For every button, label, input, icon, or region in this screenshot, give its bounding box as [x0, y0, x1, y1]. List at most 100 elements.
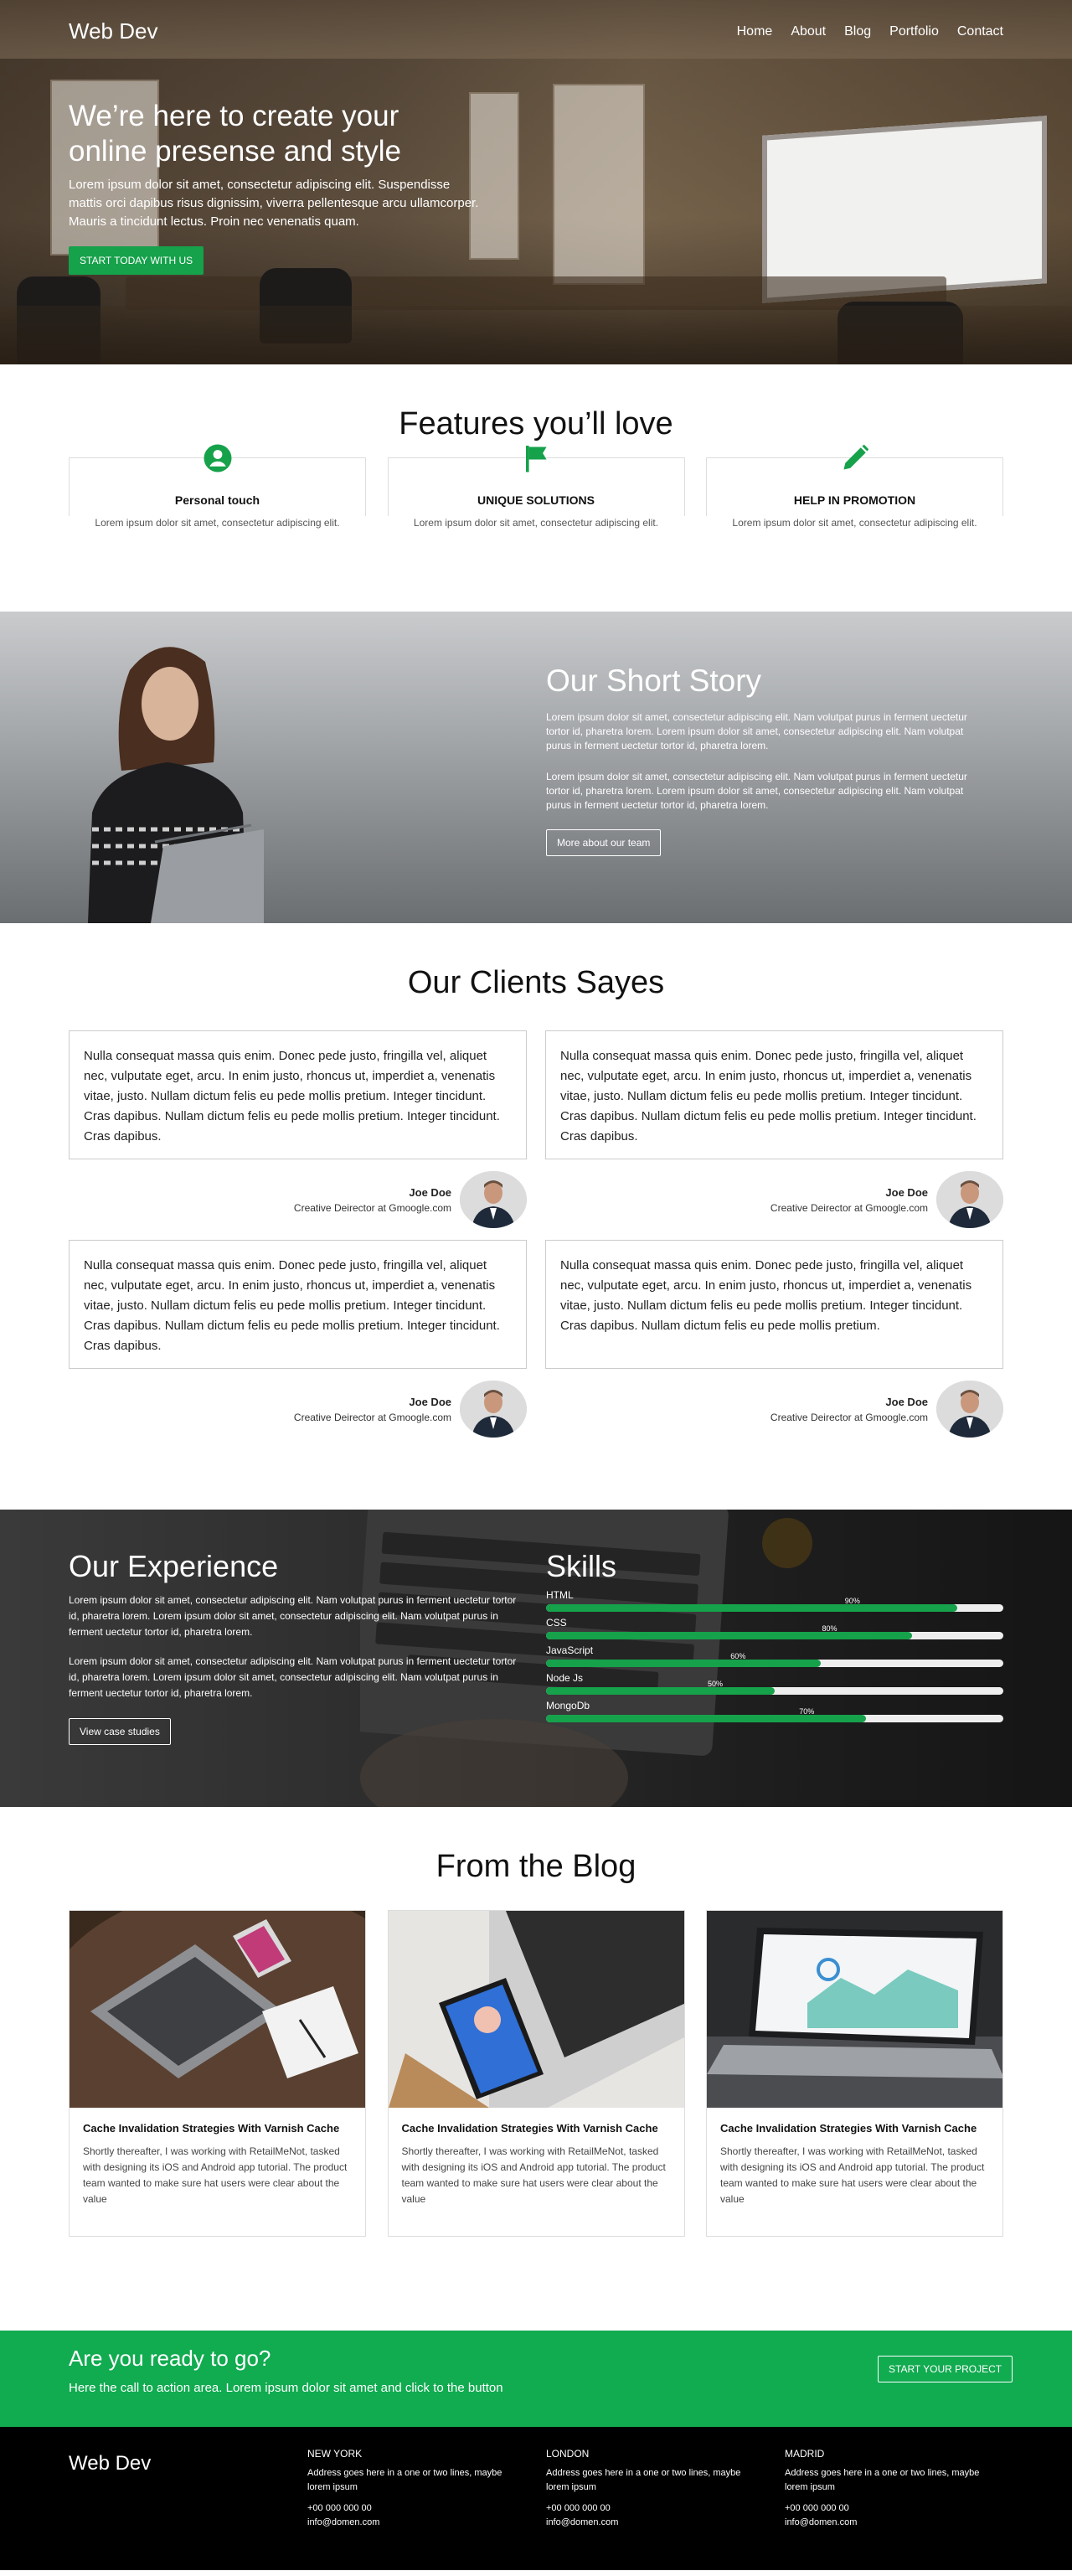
testimonial-meta: Joe Doe Creative Deirector at Gmoogle.co… [770, 1186, 928, 1214]
clients-title: Our Clients Sayes [407, 965, 665, 1000]
testimonial-meta: Joe Doe Creative Deirector at Gmoogle.co… [294, 1186, 451, 1214]
skill-row: MongoDb 70% [546, 1700, 1003, 1722]
skill-percent: 50% [708, 1680, 724, 1688]
testimonial-quote: Nulla consequat massa quis enim. Donec p… [69, 1240, 527, 1369]
story-title: Our Short Story [546, 663, 762, 698]
author-role: Creative Deirector at Gmoogle.com [770, 1201, 928, 1214]
post-body: Cache Invalidation Strategies With Varni… [389, 2108, 684, 2221]
hero-window [553, 84, 645, 285]
office-phone[interactable]: +00 000 000 00 [546, 2501, 764, 2516]
office-city: NEW YORK [307, 2448, 363, 2460]
hero-section: Web Dev Home About Blog Portfolio Contac… [0, 0, 1072, 364]
skill-name: CSS [546, 1617, 567, 1629]
view-case-studies-button[interactable]: View case studies [69, 1718, 171, 1745]
hero-floor [0, 306, 1072, 364]
office-address: Address goes here in a one or two lines,… [785, 2468, 980, 2492]
post-excerpt: Shortly thereafter, I was working with R… [720, 2145, 985, 2205]
post-body: Cache Invalidation Strategies With Varni… [707, 2108, 1002, 2221]
skill-percent: 80% [822, 1624, 838, 1633]
testimonial-card: Nulla consequat massa quis enim. Donec p… [69, 1240, 527, 1438]
post-excerpt: Shortly thereafter, I was working with R… [83, 2145, 348, 2205]
testimonial-meta: Joe Doe Creative Deirector at Gmoogle.co… [294, 1396, 451, 1423]
skill-bar: 90% [546, 1597, 1003, 1612]
brand-logo[interactable]: Web Dev [69, 18, 157, 44]
skill-bar-fill [546, 1632, 912, 1639]
blog-post-list: Cache Invalidation Strategies With Varni… [69, 1910, 1003, 2237]
hero-text: Lorem ipsum dolor sit amet, consectetur … [69, 178, 479, 229]
skill-bar-fill [546, 1715, 867, 1722]
experience-content: Our Experience Lorem ipsum dolor sit ame… [69, 1549, 525, 1745]
skill-name: MongoDb [546, 1700, 590, 1711]
flag-icon [526, 446, 547, 472]
features-title: Features you’ll love [399, 406, 673, 441]
post-body: Cache Invalidation Strategies With Varni… [70, 2108, 365, 2221]
testimonial-quote: Nulla consequat massa quis enim. Donec p… [69, 1030, 527, 1159]
post-excerpt: Shortly thereafter, I was working with R… [401, 2145, 666, 2205]
post-title[interactable]: Cache Invalidation Strategies With Varni… [83, 2121, 352, 2135]
feature-text: Lorem ipsum dolor sit amet, consectetur … [732, 517, 977, 529]
skill-name: HTML [546, 1589, 574, 1601]
nav-link-portfolio[interactable]: Portfolio [889, 24, 939, 39]
nav-link-home[interactable]: Home [737, 24, 773, 39]
office-email[interactable]: info@domen.com [785, 2516, 1002, 2530]
person-photo-icon [936, 1171, 1003, 1228]
office-email[interactable]: info@domen.com [546, 2516, 764, 2530]
office-london: LONDON Address goes here in a one or two… [546, 2447, 764, 2530]
story-paragraph: Lorem ipsum dolor sit amet, consectetur … [546, 711, 967, 751]
testimonial-quote: Nulla consequat massa quis enim. Donec p… [545, 1240, 1003, 1369]
hero-whiteboard [762, 116, 1047, 303]
skill-percent: 90% [844, 1597, 860, 1605]
start-your-project-button[interactable]: START YOUR PROJECT [878, 2356, 1013, 2382]
office-city: LONDON [546, 2448, 590, 2460]
nav-link-blog[interactable]: Blog [844, 24, 871, 39]
office-address: Address goes here in a one or two lines,… [307, 2468, 502, 2492]
hero-title: We’re here to create your online presens… [69, 100, 401, 168]
author-role: Creative Deirector at Gmoogle.com [770, 1411, 928, 1423]
blog-post-card[interactable]: Cache Invalidation Strategies With Varni… [706, 1910, 1003, 2237]
experience-title: Our Experience [69, 1549, 279, 1583]
author-name: Joe Doe [409, 1185, 451, 1199]
office-address: Address goes here in a one or two lines,… [546, 2468, 741, 2492]
feature-card: HELP IN PROMOTION Lorem ipsum dolor sit … [706, 444, 1003, 529]
phone-laptop-photo-icon [388, 1911, 684, 2108]
feature-title: UNIQUE SOLUTIONS [477, 493, 595, 507]
office-new-york: NEW YORK Address goes here in a one or t… [307, 2447, 525, 2530]
person-photo-icon [936, 1381, 1003, 1438]
more-about-team-button[interactable]: More about our team [546, 829, 662, 856]
blog-section: From the Blog Cache Invalidation Strateg… [0, 1807, 1072, 2331]
call-to-action-section: Are you ready to go? Here the call to ac… [0, 2331, 1072, 2427]
office-phone[interactable]: +00 000 000 00 [307, 2501, 525, 2516]
story-section: Our Short Story Lorem ipsum dolor sit am… [0, 612, 1072, 923]
feature-text: Lorem ipsum dolor sit amet, consectetur … [95, 517, 340, 529]
office-phone[interactable]: +00 000 000 00 [785, 2501, 1002, 2516]
feature-text: Lorem ipsum dolor sit amet, consectetur … [413, 517, 659, 529]
skill-bar-fill [546, 1660, 821, 1667]
skills-list: HTML 90% CSS 80% JavaScript 60% Node Js 50% Mong… [546, 1589, 1003, 1722]
testimonial-meta: Joe Doe Creative Deirector at Gmoogle.co… [770, 1396, 928, 1423]
woman-with-laptop-image [88, 647, 264, 923]
blog-post-card[interactable]: Cache Invalidation Strategies With Varni… [69, 1910, 366, 2237]
post-title[interactable]: Cache Invalidation Strategies With Varni… [402, 2121, 671, 2135]
skill-bar: 50% [546, 1680, 1003, 1695]
post-thumbnail [388, 1911, 684, 2108]
hero-table [126, 276, 946, 310]
skill-row: CSS 80% [546, 1617, 1003, 1639]
nav-link-about[interactable]: About [791, 24, 826, 39]
skill-bar-fill [546, 1604, 958, 1612]
skill-bar: 80% [546, 1624, 1003, 1639]
feature-card: Personal touch Lorem ipsum dolor sit ame… [69, 444, 366, 529]
skill-bar: 70% [546, 1707, 1003, 1722]
post-title[interactable]: Cache Invalidation Strategies With Varni… [720, 2121, 989, 2135]
office-email[interactable]: info@domen.com [307, 2516, 525, 2530]
avatar [936, 1381, 1003, 1438]
start-today-button[interactable]: START TODAY WITH US [69, 246, 204, 275]
skill-row: JavaScript 60% [546, 1644, 1003, 1667]
skill-row: Node Js 50% [546, 1672, 1003, 1695]
laptop-dashboard-photo-icon [707, 1911, 1002, 2108]
clients-section: Our Clients Sayes Nulla consequat massa … [0, 923, 1072, 1510]
pencil-icon [843, 444, 868, 470]
footer-brand[interactable]: Web Dev [69, 2452, 151, 2475]
blog-post-card[interactable]: Cache Invalidation Strategies With Varni… [387, 1910, 685, 2237]
nav-link-contact[interactable]: Contact [957, 24, 1003, 39]
author-name: Joe Doe [885, 1395, 928, 1408]
